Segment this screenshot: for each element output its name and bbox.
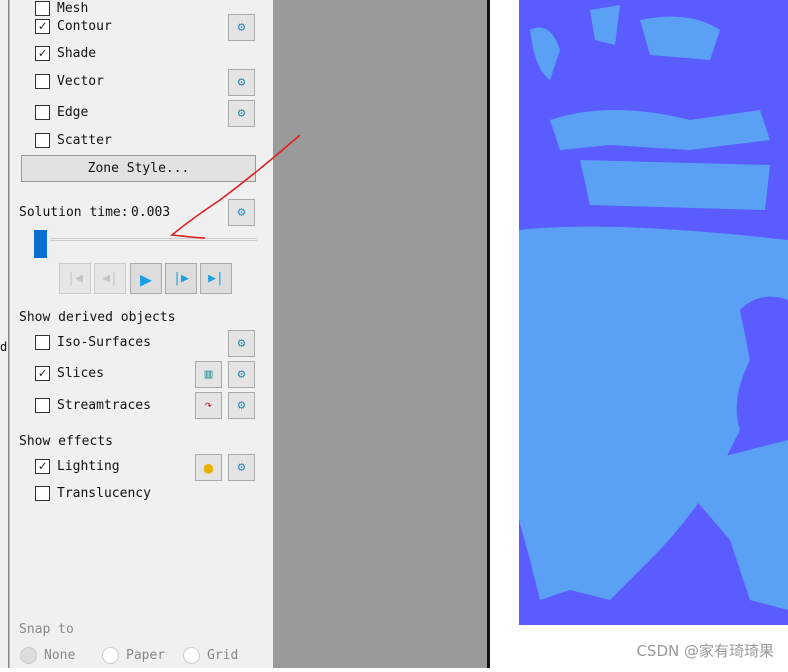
label-mesh: Mesh [57, 1, 89, 16]
step-forward-icon: |▶ [173, 271, 189, 286]
contour-gear-icon: ⚙ [237, 20, 246, 35]
sun-icon: ● [203, 458, 214, 477]
vector-gear-icon: ⚙ [237, 75, 246, 90]
streamtrace-icon: ↷ [204, 398, 213, 413]
checkbox-contour[interactable]: ✓ [35, 19, 50, 34]
skip-first-icon: |◀ [67, 271, 83, 286]
skip-last-icon: ▶| [208, 271, 224, 286]
plot-view[interactable]: CSDN @家有琦琦果 [490, 0, 788, 668]
red-annotation-arrow [170, 134, 301, 239]
derived-objects-title: Show derived objects [19, 310, 176, 325]
radio-snap-grid[interactable] [183, 647, 200, 664]
lighting-gear-icon: ⚙ [237, 460, 246, 475]
checkbox-iso-surfaces[interactable] [35, 335, 50, 350]
label-edge: Edge [57, 105, 89, 120]
checkbox-lighting[interactable]: ✓ [35, 459, 50, 474]
play-icon: ▶ [139, 266, 153, 291]
checkbox-translucency[interactable] [35, 486, 50, 501]
label-streamtraces: Streamtraces [57, 398, 151, 413]
streamtrace-gear-icon: ⚙ [237, 398, 246, 413]
step-back-icon: ◀| [102, 271, 118, 286]
edge-gear-icon: ⚙ [237, 106, 246, 121]
label-shade: Shade [57, 46, 97, 61]
label-iso-surfaces: Iso-Surfaces [57, 335, 151, 350]
label-contour: Contour [57, 19, 112, 34]
label-vector: Vector [57, 74, 104, 89]
checkbox-slices[interactable]: ✓ [35, 366, 50, 381]
checkbox-scatter[interactable] [35, 133, 50, 148]
checkbox-streamtraces[interactable] [35, 398, 50, 413]
edge-settings-button[interactable]: ⚙ [228, 100, 255, 127]
checkbox-mesh[interactable] [35, 1, 50, 16]
label-translucency: Translucency [57, 486, 151, 501]
workspace-background [273, 0, 488, 668]
left-window-strip: d [0, 0, 9, 668]
contour-plot [519, 0, 788, 668]
lighting-tool-button[interactable]: ● [195, 454, 222, 481]
watermark: CSDN @家有琦琦果 [636, 642, 774, 660]
effects-title: Show effects [19, 434, 113, 449]
last-step-button[interactable]: ▶| [200, 263, 232, 294]
slice-tool-button[interactable]: ▥ [195, 361, 222, 388]
vector-settings-button[interactable]: ⚙ [228, 69, 255, 96]
slice-gear-icon: ⚙ [237, 367, 246, 382]
streamtrace-settings-button[interactable]: ⚙ [228, 392, 255, 419]
checkbox-vector[interactable] [35, 74, 50, 89]
clipped-text: d [0, 340, 8, 354]
label-snap-paper: Paper [126, 648, 166, 663]
time-slider-thumb[interactable] [34, 230, 47, 258]
iso-gear-icon: ⚙ [237, 336, 246, 351]
label-snap-grid: Grid [207, 648, 239, 663]
next-step-button[interactable]: |▶ [165, 263, 197, 294]
first-step-button[interactable]: |◀ [59, 263, 91, 294]
label-scatter: Scatter [57, 133, 112, 148]
streamtrace-tool-button[interactable]: ↷ [195, 392, 222, 419]
checkbox-edge[interactable] [35, 105, 50, 120]
label-snap-none: None [44, 648, 76, 663]
contour-settings-button[interactable]: ⚙ [228, 14, 255, 41]
radio-snap-paper[interactable] [102, 647, 119, 664]
solution-time-label: Solution time: [19, 205, 129, 220]
radio-snap-none[interactable] [20, 647, 37, 664]
iso-settings-button[interactable]: ⚙ [228, 330, 255, 357]
prev-step-button[interactable]: ◀| [94, 263, 126, 294]
play-button[interactable]: ▶ [130, 263, 162, 294]
checkbox-shade[interactable]: ✓ [35, 46, 50, 61]
label-lighting: Lighting [57, 459, 120, 474]
label-slices: Slices [57, 366, 104, 381]
slice-settings-button[interactable]: ⚙ [228, 361, 255, 388]
slice-icon: ▥ [204, 367, 213, 382]
lighting-settings-button[interactable]: ⚙ [228, 454, 255, 481]
snap-title: Snap to [19, 622, 74, 637]
plot-sidebar: Mesh ✓ Contour ⚙ ✓ Shade Vector ⚙ Edge ⚙… [9, 0, 273, 668]
